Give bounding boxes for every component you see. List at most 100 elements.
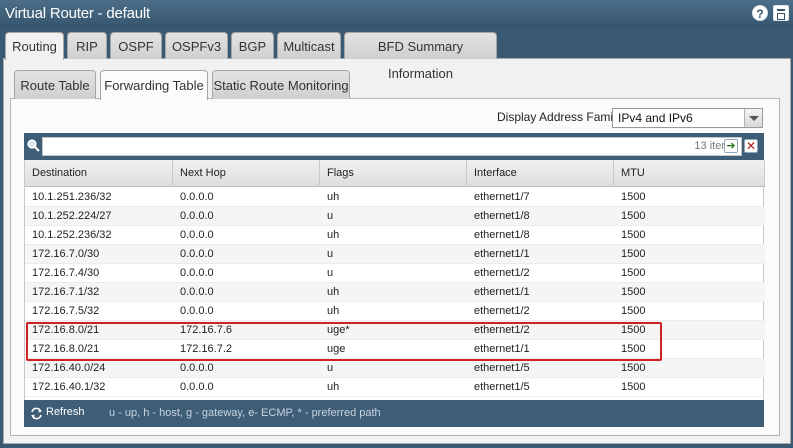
tab-route-table[interactable]: Route Table (14, 70, 96, 99)
tab-rip[interactable]: RIP (67, 32, 107, 59)
flags-legend: u - up, h - host, g - gateway, e- ECMP, … (109, 407, 381, 419)
cell-next-hop: 0.0.0.0 (180, 362, 214, 374)
table-row[interactable]: 10.1.252.224/27 0.0.0.0 u ethernet1/8 1500 (25, 207, 765, 226)
tab-bgp[interactable]: BGP (231, 32, 274, 59)
cell-destination: 10.1.251.236/32 (32, 191, 112, 203)
table-row[interactable]: 172.16.7.5/32 0.0.0.0 uh ethernet1/2 1500 (25, 302, 765, 321)
cell-mtu: 1500 (621, 286, 646, 298)
forwarding-table: Destination Next Hop Flags Interface MTU… (24, 160, 765, 400)
cell-flags: uge* (327, 324, 350, 336)
cell-flags: u (327, 248, 334, 260)
cell-mtu: 1500 (621, 324, 646, 336)
cell-next-hop: 0.0.0.0 (180, 267, 214, 279)
minimize-icon[interactable] (773, 5, 789, 21)
cell-interface: ethernet1/5 (474, 381, 530, 393)
cell-next-hop: 0.0.0.0 (180, 210, 214, 222)
search-icon (27, 139, 40, 152)
cell-flags: uh (327, 381, 340, 393)
cell-flags: u (327, 362, 334, 374)
cell-mtu: 1500 (621, 210, 646, 222)
table-row[interactable]: 172.16.8.0/21 172.16.7.2 uge ethernet1/1 150… (25, 340, 765, 359)
cell-flags: u (327, 267, 334, 279)
cell-mtu: 1500 (621, 305, 646, 317)
cell-next-hop: 172.16.7.2 (180, 343, 232, 355)
cell-mtu: 1500 (621, 343, 646, 355)
address-family-label: Display Address Family (497, 110, 622, 124)
cell-destination: 172.16.40.0/24 (32, 362, 106, 374)
cell-destination: 10.1.252.236/32 (32, 229, 112, 241)
cell-interface: ethernet1/2 (474, 267, 530, 279)
cell-flags: uh (327, 191, 340, 203)
cell-destination: 172.16.7.5/32 (32, 305, 100, 317)
tab-ospf[interactable]: OSPF (110, 32, 162, 59)
cell-flags: uh (327, 305, 340, 317)
cell-next-hop: 0.0.0.0 (180, 381, 214, 393)
refresh-button[interactable]: Refresh (46, 406, 85, 418)
cell-interface: ethernet1/8 (474, 229, 530, 241)
cell-interface: ethernet1/8 (474, 210, 530, 222)
tab-forwarding-table[interactable]: Forwarding Table (100, 70, 208, 100)
cell-destination: 172.16.7.0/30 (32, 248, 100, 260)
cell-destination: 172.16.40.1/32 (32, 381, 106, 393)
table-row[interactable]: 172.16.7.0/30 0.0.0.0 u ethernet1/1 1500 (25, 245, 765, 264)
table-row[interactable]: 172.16.40.1/32 0.0.0.0 uh ethernet1/5 1500 (25, 378, 765, 397)
cell-mtu: 1500 (621, 267, 646, 279)
cell-destination: 172.16.8.0/21 (32, 324, 100, 336)
tab-ospfv3[interactable]: OSPFv3 (165, 32, 228, 59)
clear-filter-icon[interactable]: ✕ (744, 139, 758, 153)
column-header-next-hop[interactable]: Next Hop (173, 160, 320, 187)
cell-next-hop: 0.0.0.0 (180, 286, 214, 298)
table-header: Destination Next Hop Flags Interface MTU (25, 160, 765, 187)
table-row[interactable]: 10.1.252.236/32 0.0.0.0 uh ethernet1/8 1500 (25, 226, 765, 245)
table-footer: Refresh u - up, h - host, g - gateway, e… (24, 400, 764, 427)
chevron-down-icon[interactable] (744, 109, 762, 127)
cell-mtu: 1500 (621, 191, 646, 203)
cell-flags: uh (327, 229, 340, 241)
table-row[interactable]: 172.16.8.0/21 172.16.7.6 uge* ethernet1/2 15… (25, 321, 765, 340)
cell-next-hop: 0.0.0.0 (180, 191, 214, 203)
refresh-icon[interactable] (30, 407, 43, 420)
tab-routing[interactable]: Routing (5, 32, 64, 60)
address-family-value: IPv4 and IPv6 (618, 111, 693, 125)
cell-destination: 172.16.7.1/32 (32, 286, 100, 298)
cell-flags: uge (327, 343, 346, 355)
column-header-destination[interactable]: Destination (25, 160, 173, 187)
cell-destination: 10.1.252.224/27 (32, 210, 112, 222)
help-icon[interactable]: ? (752, 5, 768, 21)
window-title: Virtual Router - default (5, 5, 151, 22)
cell-next-hop: 0.0.0.0 (180, 229, 214, 241)
table-row[interactable]: 172.16.7.1/32 0.0.0.0 uh ethernet1/1 1500 (25, 283, 765, 302)
cell-mtu: 1500 (621, 381, 646, 393)
cell-interface: ethernet1/2 (474, 305, 530, 317)
tab-multicast[interactable]: Multicast (277, 32, 341, 59)
cell-mtu: 1500 (621, 248, 646, 260)
cell-destination: 172.16.8.0/21 (32, 343, 100, 355)
filter-input[interactable]: 13 items (42, 137, 742, 156)
cell-next-hop: 0.0.0.0 (180, 248, 214, 260)
cell-interface: ethernet1/2 (474, 324, 530, 336)
cell-mtu: 1500 (621, 229, 646, 241)
table-row[interactable]: 10.1.251.236/32 0.0.0.0 uh ethernet1/7 1500 (25, 188, 765, 207)
filter-bar: 13 items ➜ ✕ (24, 133, 764, 160)
cell-interface: ethernet1/7 (474, 191, 530, 203)
cell-next-hop: 0.0.0.0 (180, 305, 214, 317)
cell-interface: ethernet1/1 (474, 286, 530, 298)
table-row[interactable]: 172.16.40.0/24 0.0.0.0 u ethernet1/5 1500 (25, 359, 765, 378)
cell-flags: uh (327, 286, 340, 298)
tab-static-route-monitoring[interactable]: Static Route Monitoring (212, 70, 350, 99)
tab-bfd-summary[interactable]: BFD Summary Information (344, 32, 497, 81)
column-header-mtu[interactable]: MTU (614, 160, 765, 187)
column-header-interface[interactable]: Interface (467, 160, 614, 187)
cell-destination: 172.16.7.4/30 (32, 267, 100, 279)
cell-flags: u (327, 210, 334, 222)
column-header-flags[interactable]: Flags (320, 160, 467, 187)
apply-filter-icon[interactable]: ➜ (724, 139, 738, 153)
table-row[interactable]: 172.16.7.4/30 0.0.0.0 u ethernet1/2 1500 (25, 264, 765, 283)
cell-next-hop: 172.16.7.6 (180, 324, 232, 336)
address-family-select[interactable]: IPv4 and IPv6 (612, 108, 763, 128)
window-titlebar: Virtual Router - default ? (0, 0, 793, 28)
cell-interface: ethernet1/1 (474, 248, 530, 260)
cell-interface: ethernet1/1 (474, 343, 530, 355)
cell-interface: ethernet1/5 (474, 362, 530, 374)
cell-mtu: 1500 (621, 362, 646, 374)
